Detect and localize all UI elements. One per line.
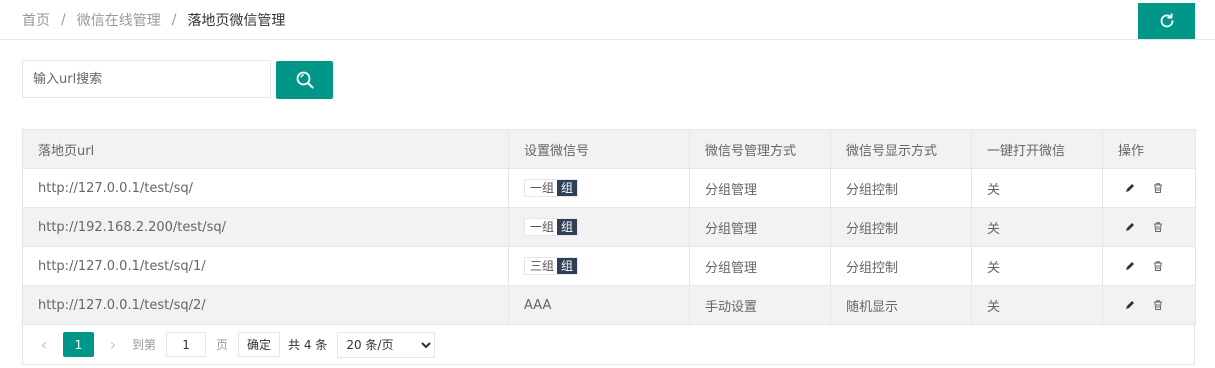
breadcrumb-home[interactable]: 首页: [22, 10, 50, 30]
table-header-row: 落地页url 设置微信号 微信号管理方式 微信号显示方式 一键打开微信 操作: [22, 129, 1196, 169]
cell-manage-mode: 分组管理: [689, 168, 831, 208]
delete-icon[interactable]: [1152, 221, 1164, 233]
edit-icon[interactable]: [1124, 182, 1136, 194]
cell-open-wechat: 关: [971, 168, 1103, 208]
cell-manage-mode: 分组管理: [689, 246, 831, 286]
refresh-button[interactable]: [1138, 3, 1195, 39]
cell-open-wechat: 关: [971, 246, 1103, 286]
table-row: http://127.0.0.1/test/sq/ 一组 组 分组管理 分组控制…: [22, 168, 1196, 208]
cell-display-mode: 分组控制: [830, 168, 972, 208]
wechat-group-tag: 三组 组: [524, 257, 579, 275]
table-row: http://127.0.0.1/test/sq/2/ AAA 手动设置 随机显…: [22, 285, 1196, 325]
landing-page-table: 落地页url 设置微信号 微信号管理方式 微信号显示方式 一键打开微信 操作 h…: [22, 129, 1196, 325]
cell-url: http://192.168.2.200/test/sq/: [22, 207, 509, 247]
wechat-group-tag: 一组 组: [524, 179, 579, 197]
refresh-icon: [1160, 13, 1173, 28]
search-button[interactable]: [276, 61, 333, 99]
table-row: http://127.0.0.1/test/sq/1/ 三组 组 分组管理 分组…: [22, 246, 1196, 286]
cell-wechat: 一组 组: [508, 207, 690, 247]
goto-label: 到第: [132, 338, 157, 352]
table-row: http://192.168.2.200/test/sq/ 一组 组 分组管理 …: [22, 207, 1196, 247]
search-input[interactable]: [22, 60, 271, 98]
breadcrumb-separator: /: [61, 12, 66, 28]
cell-url: http://127.0.0.1/test/sq/2/: [22, 285, 509, 325]
wechat-group-badge: 组: [557, 219, 578, 235]
cell-manage-mode: 手动设置: [689, 285, 831, 325]
next-page-icon[interactable]: ›: [98, 335, 128, 354]
cell-actions: [1102, 168, 1196, 208]
cell-actions: [1102, 207, 1196, 247]
current-page[interactable]: 1: [63, 332, 94, 357]
cell-wechat: 三组 组: [508, 246, 690, 286]
breadcrumb: 首页 / 微信在线管理 / 落地页微信管理: [22, 10, 285, 30]
cell-display-mode: 分组控制: [830, 207, 972, 247]
cell-open-wechat: 关: [971, 207, 1103, 247]
search-icon: [296, 71, 313, 89]
cell-wechat: AAA: [508, 285, 690, 325]
wechat-group-name: 三组: [530, 259, 555, 273]
cell-actions: [1102, 246, 1196, 286]
cell-display-mode: 分组控制: [830, 246, 972, 286]
column-header-wechat: 设置微信号: [508, 129, 690, 169]
column-header-open-wechat: 一键打开微信: [971, 129, 1103, 169]
cell-url: http://127.0.0.1/test/sq/1/: [22, 246, 509, 286]
breadcrumb-wechat-online[interactable]: 微信在线管理: [77, 10, 161, 30]
delete-icon[interactable]: [1152, 260, 1164, 272]
page-header: 首页 / 微信在线管理 / 落地页微信管理: [0, 0, 1215, 40]
cell-url: http://127.0.0.1/test/sq/: [22, 168, 509, 208]
wechat-group-badge: 组: [557, 180, 578, 196]
goto-page-input[interactable]: [166, 332, 207, 357]
page-size-select[interactable]: 20 条/页: [337, 331, 436, 358]
cell-wechat: 一组 组: [508, 168, 690, 208]
delete-icon[interactable]: [1152, 182, 1164, 194]
breadcrumb-current: 落地页微信管理: [187, 13, 286, 29]
confirm-button[interactable]: 确定: [238, 332, 281, 357]
wechat-group-name: 一组: [530, 220, 555, 234]
breadcrumb-separator: /: [171, 12, 177, 28]
prev-page-icon[interactable]: ‹: [29, 335, 59, 354]
column-header-url: 落地页url: [22, 129, 509, 169]
edit-icon[interactable]: [1124, 299, 1136, 311]
cell-manage-mode: 分组管理: [689, 207, 831, 247]
wechat-group-tag: 一组 组: [524, 218, 579, 236]
column-header-display-mode: 微信号显示方式: [830, 129, 972, 169]
wechat-group-badge: 组: [557, 258, 578, 274]
delete-icon[interactable]: [1152, 299, 1164, 311]
edit-icon[interactable]: [1124, 221, 1136, 233]
column-header-manage-mode: 微信号管理方式: [689, 129, 831, 169]
edit-icon[interactable]: [1124, 260, 1136, 272]
wechat-group-name: 一组: [530, 181, 555, 195]
page-label: 页: [216, 338, 229, 352]
cell-open-wechat: 关: [971, 285, 1103, 325]
pagination: ‹ 1 › 到第 页 确定 共 4 条 20 条/页: [22, 325, 1195, 365]
cell-actions: [1102, 285, 1196, 325]
total-count: 共 4 条: [288, 338, 328, 352]
cell-display-mode: 随机显示: [830, 285, 972, 325]
column-header-actions: 操作: [1102, 129, 1196, 169]
